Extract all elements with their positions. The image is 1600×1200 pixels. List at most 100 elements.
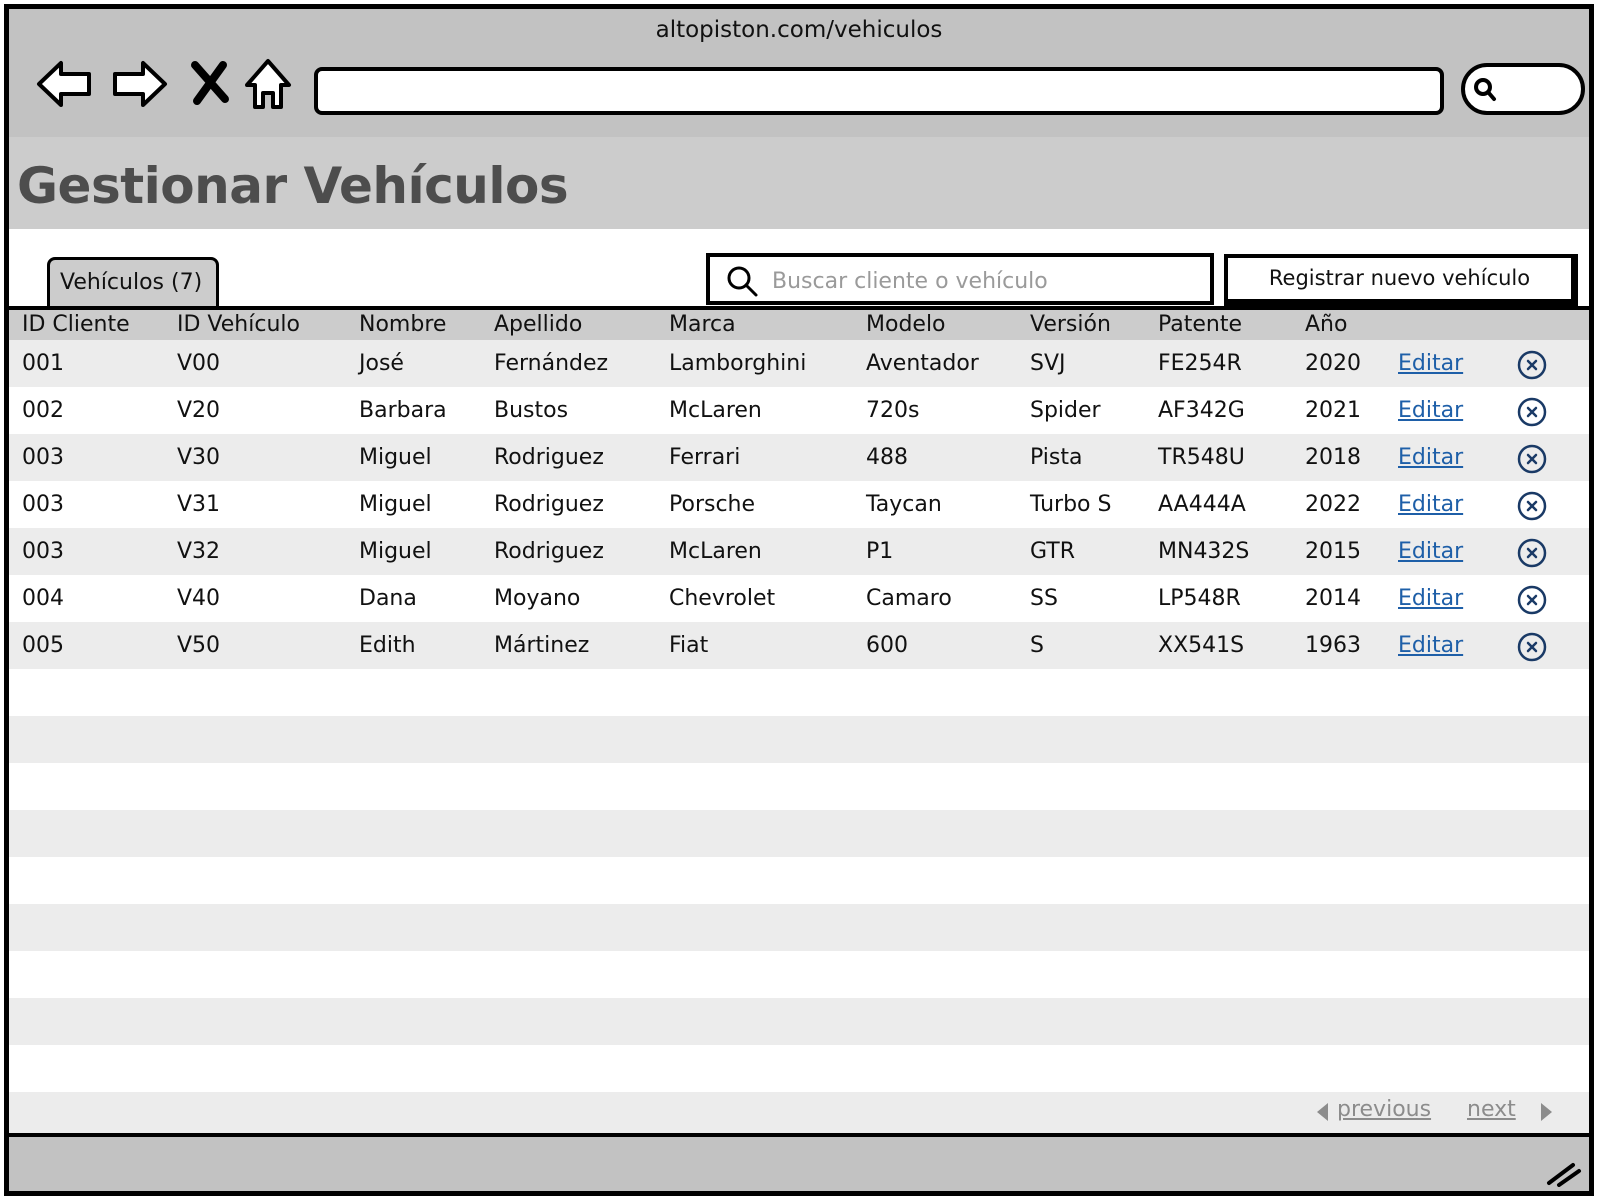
table-cell: SS — [1030, 586, 1058, 611]
table-cell: McLaren — [669, 539, 762, 564]
search-input[interactable] — [770, 263, 1204, 299]
register-vehicle-button[interactable]: Registrar nuevo vehículo — [1224, 254, 1578, 306]
table-row: 004 V40 Dana Moyano Chevrolet Camaro SS LP548R 2… — [9, 575, 1589, 622]
search-box[interactable] — [706, 253, 1214, 305]
table-cell: Rodriguez — [494, 539, 604, 564]
edit-link[interactable]: Editar — [1398, 528, 1463, 575]
table-cell: 003 — [22, 445, 64, 470]
empty-row — [9, 904, 1589, 951]
page-header: Gestionar Vehículos — [9, 137, 1589, 229]
table-row: 005 V50 Edith Mártinez Fiat 600 S XX541S 1963 Edi… — [9, 622, 1589, 669]
table-cell: V32 — [177, 539, 221, 564]
table-cell: LP548R — [1158, 586, 1241, 611]
table-cell: Bustos — [494, 398, 569, 423]
table-row: 002 V20 Barbara Bustos McLaren 720s Spider AF34… — [9, 387, 1589, 434]
table-cell: Ferrari — [669, 445, 741, 470]
table-cell: 2020 — [1305, 351, 1361, 376]
column-header[interactable]: Modelo — [866, 310, 946, 340]
table-cell: McLaren — [669, 398, 762, 423]
status-bar — [9, 1133, 1589, 1191]
edit-link[interactable]: Editar — [1398, 575, 1463, 622]
table-cell: Fernández — [494, 351, 609, 376]
edit-link[interactable]: Editar — [1398, 434, 1463, 481]
table-cell: Aventador — [866, 351, 979, 376]
table-header-row: ID Cliente ID Vehículo Nombre Apellido M… — [9, 310, 1589, 340]
table-cell: TR548U — [1158, 445, 1245, 470]
table-cell: 004 — [22, 586, 64, 611]
edit-link[interactable]: Editar — [1398, 481, 1463, 528]
delete-icon[interactable] — [1517, 444, 1547, 474]
previous-link[interactable]: previous — [1337, 1097, 1431, 1122]
table-cell: Porsche — [669, 492, 756, 517]
stop-icon[interactable] — [179, 51, 245, 117]
table-cell: Fiat — [669, 633, 709, 658]
table-row: 003 V32 Miguel Rodriguez McLaren P1 GTR MN432S 2… — [9, 528, 1589, 575]
previous-arrow-icon[interactable] — [1314, 1101, 1330, 1123]
column-header[interactable]: ID Cliente — [22, 310, 130, 340]
column-header[interactable]: Año — [1305, 310, 1347, 340]
column-header[interactable]: Versión — [1030, 310, 1111, 340]
table-cell: Camaro — [866, 586, 952, 611]
table-cell: 003 — [22, 492, 64, 517]
table-cell: Moyano — [494, 586, 581, 611]
table-cell: V50 — [177, 633, 221, 658]
delete-icon[interactable] — [1517, 397, 1547, 427]
column-header[interactable]: Apellido — [494, 310, 582, 340]
table-cell: FE254R — [1158, 351, 1242, 376]
edit-link[interactable]: Editar — [1398, 387, 1463, 434]
empty-row — [9, 716, 1589, 763]
vehicles-table: ID Cliente ID Vehículo Nombre Apellido M… — [9, 310, 1589, 1139]
table-row: 003 V31 Miguel Rodriguez Porsche Taycan Turbo … — [9, 481, 1589, 528]
table-cell: V00 — [177, 351, 221, 376]
delete-icon[interactable] — [1517, 632, 1547, 662]
column-header[interactable]: ID Vehículo — [177, 310, 300, 340]
table-cell: S — [1030, 633, 1044, 658]
table-cell: 1963 — [1305, 633, 1361, 658]
column-header[interactable]: Marca — [669, 310, 736, 340]
forward-arrow-icon[interactable] — [105, 51, 171, 117]
empty-row — [9, 998, 1589, 1045]
table-cell: AF342G — [1158, 398, 1245, 423]
table-cell: XX541S — [1158, 633, 1245, 658]
table-cell: AA444A — [1158, 492, 1246, 517]
delete-icon[interactable] — [1517, 350, 1547, 380]
column-header[interactable]: Patente — [1158, 310, 1242, 340]
table-cell: 2018 — [1305, 445, 1361, 470]
table-cell: 003 — [22, 539, 64, 564]
empty-row — [9, 763, 1589, 810]
edit-link[interactable]: Editar — [1398, 622, 1463, 669]
search-icon — [1474, 78, 1496, 101]
table-cell: Pista — [1030, 445, 1083, 470]
table-cell: 2014 — [1305, 586, 1361, 611]
delete-icon[interactable] — [1517, 491, 1547, 521]
table-cell: V31 — [177, 492, 221, 517]
empty-row — [9, 1045, 1589, 1092]
table-cell: Spider — [1030, 398, 1101, 423]
table-cell: Chevrolet — [669, 586, 776, 611]
delete-icon[interactable] — [1517, 538, 1547, 568]
home-icon[interactable] — [237, 51, 303, 117]
next-arrow-icon[interactable] — [1539, 1101, 1555, 1123]
table-cell: GTR — [1030, 539, 1075, 564]
table-cell: 2021 — [1305, 398, 1361, 423]
browser-search-field[interactable] — [1461, 63, 1585, 115]
back-arrow-icon[interactable] — [33, 51, 99, 117]
next-link[interactable]: next — [1467, 1097, 1516, 1122]
tab-vehiculos[interactable]: Vehículos (7) — [47, 257, 219, 307]
address-bar[interactable] — [314, 67, 1444, 115]
table-cell: V30 — [177, 445, 221, 470]
table-cell: Barbara — [359, 398, 447, 423]
delete-icon[interactable] — [1517, 585, 1547, 615]
table-cell: Rodriguez — [494, 445, 604, 470]
resize-grip-icon[interactable] — [1543, 1157, 1583, 1187]
table-cell: V40 — [177, 586, 221, 611]
table-cell: Miguel — [359, 539, 432, 564]
page-title: Gestionar Vehículos — [17, 157, 569, 215]
table-cell: Miguel — [359, 492, 432, 517]
edit-link[interactable]: Editar — [1398, 340, 1463, 387]
column-header[interactable]: Nombre — [359, 310, 446, 340]
browser-chrome: altopiston.com/vehiculos — [9, 9, 1589, 137]
table-cell: Dana — [359, 586, 417, 611]
table-cell: Edith — [359, 633, 416, 658]
table-cell: Lamborghini — [669, 351, 807, 376]
